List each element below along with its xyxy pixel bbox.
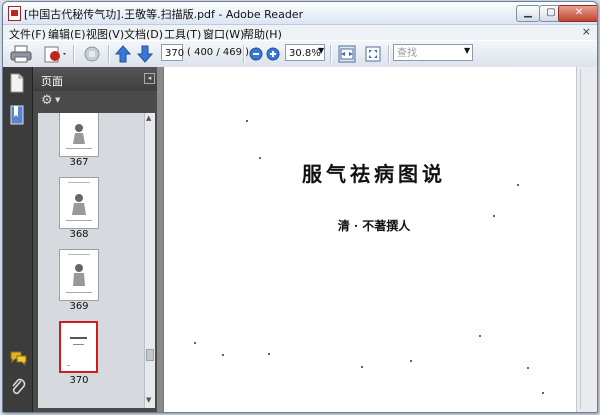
options-bar: ⚙ ▼ bbox=[33, 91, 157, 113]
close-window-button[interactable]: ✕ bbox=[558, 5, 597, 22]
menu-bar: 文件(F) 编辑(E) 视图(V) 文档(D) 工具(T) 窗口(W) 帮助(H… bbox=[3, 25, 597, 41]
thumbnail-label: 370 bbox=[69, 375, 89, 386]
toolbar: 370 ( 400 / 469 ) 30.8% ▼ 查找 ▼ bbox=[3, 40, 597, 68]
scan-speck bbox=[542, 392, 544, 394]
page-thumbnail[interactable] bbox=[59, 113, 99, 157]
comment-review-icon[interactable] bbox=[81, 44, 103, 64]
zoom-out-icon[interactable] bbox=[249, 44, 263, 64]
pdf-app-icon[interactable] bbox=[8, 6, 21, 21]
toolbar-separator bbox=[388, 45, 390, 63]
application-window: [中国古代秘传气功].王敬等.扫描版.pdf - Adobe Reader ▁ … bbox=[2, 1, 598, 413]
comments-icon[interactable] bbox=[9, 350, 27, 366]
navigation-strip bbox=[3, 67, 33, 412]
page-count: ( 400 / 469 ) bbox=[187, 47, 250, 58]
next-page-icon[interactable] bbox=[136, 44, 154, 64]
scan-speck bbox=[268, 353, 270, 355]
scan-speck bbox=[246, 120, 248, 122]
fit-width-icon[interactable] bbox=[336, 44, 358, 64]
scan-speck bbox=[527, 367, 529, 369]
options-gear-icon[interactable]: ⚙ bbox=[41, 93, 53, 108]
window-title: [中国古代秘传气功].王敬等.扫描版.pdf - Adobe Reader bbox=[24, 8, 304, 21]
collapse-panel-button[interactable]: ◂ bbox=[144, 73, 155, 84]
previous-page-icon[interactable] bbox=[114, 44, 132, 64]
toolbar-separator bbox=[330, 45, 332, 63]
bookmarks-icon[interactable] bbox=[9, 105, 25, 125]
thumbnail-label: 368 bbox=[69, 229, 89, 240]
pages-panel-header: 页面 ◂ bbox=[33, 67, 157, 91]
page-thumbnail[interactable] bbox=[59, 249, 99, 301]
scroll-up-icon[interactable]: ▲ bbox=[146, 114, 151, 122]
scan-speck bbox=[410, 360, 412, 362]
document-subtitle: 清 · 不著撰人 bbox=[337, 219, 411, 233]
scan-speck bbox=[259, 157, 261, 159]
toolbar-separator bbox=[73, 45, 75, 63]
page-thumbnail[interactable] bbox=[59, 177, 99, 229]
print-icon[interactable] bbox=[9, 44, 33, 64]
document-page: 服气祛病图说 清 · 不著撰人 bbox=[163, 67, 576, 412]
thumbnail-list: 367 368 369 370 bbox=[38, 113, 144, 408]
thumbnail-label: 367 bbox=[69, 157, 89, 168]
toolbar-separator bbox=[108, 45, 110, 63]
scan-speck bbox=[222, 354, 224, 356]
minimize-button[interactable]: ▁ bbox=[516, 5, 540, 22]
thumbnail-label: 369 bbox=[69, 301, 89, 312]
scroll-thumb[interactable] bbox=[146, 349, 154, 361]
scroll-track bbox=[580, 69, 581, 409]
chevron-down-icon[interactable]: ▼ bbox=[318, 46, 324, 55]
search-input[interactable]: 查找 bbox=[393, 44, 473, 61]
toolbar-separator bbox=[243, 45, 245, 63]
attachment-icon[interactable] bbox=[10, 377, 26, 397]
pages-panel-title: 页面 bbox=[41, 75, 63, 88]
close-document-icon[interactable]: × bbox=[582, 25, 591, 38]
zoom-in-icon[interactable] bbox=[266, 44, 280, 64]
page-thumbnail-selected[interactable] bbox=[59, 321, 98, 373]
scan-speck bbox=[361, 366, 363, 368]
scroll-down-icon[interactable]: ▼ bbox=[146, 396, 151, 404]
document-title: 服气祛病图说 bbox=[302, 162, 446, 186]
scan-speck bbox=[194, 342, 196, 344]
chevron-down-icon[interactable]: ▼ bbox=[464, 46, 470, 55]
collaborate-icon[interactable] bbox=[41, 44, 67, 64]
title-bar[interactable]: [中国古代秘传气功].王敬等.扫描版.pdf - Adobe Reader ▁ … bbox=[3, 2, 597, 25]
pages-panel: 页面 ◂ ⚙ ▼ 367 368 369 370 ▲ ▼ bbox=[33, 67, 157, 412]
chevron-down-icon[interactable]: ▼ bbox=[55, 96, 60, 104]
thumbnail-scrollbar[interactable]: ▲ ▼ bbox=[144, 113, 155, 408]
full-screen-icon[interactable] bbox=[362, 44, 384, 64]
document-scrollbar[interactable] bbox=[576, 67, 597, 412]
pages-icon[interactable] bbox=[9, 73, 25, 93]
scan-speck bbox=[517, 184, 519, 186]
page-number-input[interactable]: 370 bbox=[161, 44, 184, 61]
scan-speck bbox=[493, 215, 495, 217]
scan-speck bbox=[479, 335, 481, 337]
